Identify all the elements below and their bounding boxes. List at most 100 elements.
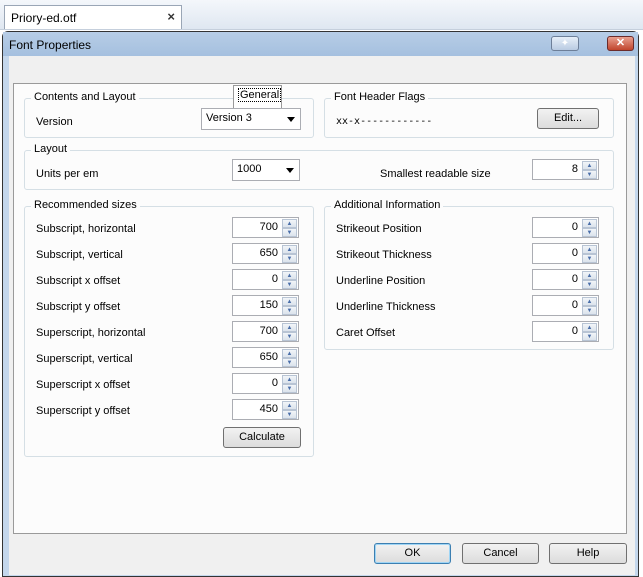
spin-down-icon[interactable]: ▼ — [582, 170, 597, 179]
stepper-value: 650 — [259, 351, 278, 363]
spin-up-icon[interactable]: ▲ — [582, 297, 597, 306]
spin-down-icon[interactable]: ▼ — [282, 358, 297, 367]
title-bar[interactable]: Font Properties ✦ ✕ — [3, 32, 638, 56]
document-tab[interactable]: Priory-ed.otf × — [4, 5, 182, 29]
group-title: Layout — [31, 143, 71, 155]
stepper-value: 0 — [571, 273, 578, 285]
spin-up-icon[interactable]: ▲ — [582, 219, 597, 228]
stepper-value: 0 — [571, 221, 578, 233]
group-title: Additional Information — [331, 199, 444, 211]
version-label: Version — [36, 116, 73, 128]
value-stepper[interactable]: 150 ▲ ▼ — [232, 295, 299, 316]
spin-up-icon[interactable]: ▲ — [282, 349, 297, 358]
chevron-down-icon — [286, 168, 294, 173]
dialog-title: Font Properties — [9, 38, 92, 52]
spin-down-icon[interactable]: ▼ — [282, 280, 297, 289]
stepper-value: 0 — [571, 247, 578, 259]
value-stepper[interactable]: 0 ▲ ▼ — [532, 269, 599, 290]
close-icon[interactable]: ✕ — [607, 36, 634, 51]
dialog-client: IdentificationExtendedLegalCustomGeneral… — [9, 56, 635, 575]
spin-down-icon[interactable]: ▼ — [282, 384, 297, 393]
units-per-em-value: 1000 — [237, 163, 262, 175]
field-label: Subscript y offset — [36, 301, 121, 313]
field-label: Subscript x offset — [36, 275, 121, 287]
edit-flags-button[interactable]: Edit... — [537, 108, 599, 129]
value-stepper[interactable]: 0 ▲ ▼ — [532, 243, 599, 264]
group-title: Font Header Flags — [331, 91, 429, 103]
value-stepper[interactable]: 0 ▲ ▼ — [232, 373, 299, 394]
stepper-value: 8 — [571, 163, 578, 175]
document-tab-title: Priory-ed.otf — [11, 11, 77, 25]
stepper-value: 0 — [571, 325, 578, 337]
stepper-value: 450 — [259, 403, 278, 415]
field-label: Underline Thickness — [336, 301, 436, 313]
field-label: Strikeout Thickness — [336, 249, 432, 261]
spin-down-icon[interactable]: ▼ — [582, 280, 597, 289]
version-select[interactable]: Version 3 — [201, 108, 301, 130]
value-stepper[interactable]: 0 ▲ ▼ — [532, 321, 599, 342]
spin-down-icon[interactable]: ▼ — [282, 254, 297, 263]
recommended-sizes-group: Recommended sizes Calculate Subscript, h… — [24, 199, 314, 457]
flags-value: xx-x------------ — [336, 116, 433, 127]
spin-up-icon[interactable]: ▲ — [282, 375, 297, 384]
stepper-value: 0 — [571, 299, 578, 311]
spin-up-icon[interactable]: ▲ — [282, 245, 297, 254]
stepper-value: 650 — [259, 247, 278, 259]
cancel-button[interactable]: Cancel — [462, 543, 539, 564]
value-stepper[interactable]: 650 ▲ ▼ — [232, 243, 299, 264]
calculate-button[interactable]: Calculate — [223, 427, 301, 448]
help-button[interactable]: Help — [549, 543, 627, 564]
field-label: Superscript, horizontal — [36, 327, 146, 339]
stepper-value: 700 — [259, 221, 278, 233]
units-per-em-select[interactable]: 1000 — [232, 159, 300, 181]
ok-button[interactable]: OK — [374, 543, 451, 564]
spin-up-icon[interactable]: ▲ — [582, 271, 597, 280]
tab-label: General — [237, 88, 282, 102]
spin-up-icon[interactable]: ▲ — [282, 219, 297, 228]
spin-down-icon[interactable]: ▼ — [582, 254, 597, 263]
field-label: Superscript, vertical — [36, 353, 133, 365]
spin-up-icon[interactable]: ▲ — [282, 271, 297, 280]
stepper-value: 150 — [259, 299, 278, 311]
field-label: Caret Offset — [336, 327, 396, 339]
stepper-value: 0 — [271, 273, 278, 285]
value-stepper[interactable]: 700 ▲ ▼ — [232, 217, 299, 238]
field-label: Subscript, vertical — [36, 249, 123, 261]
spin-down-icon[interactable]: ▼ — [582, 332, 597, 341]
spin-up-icon[interactable]: ▲ — [282, 297, 297, 306]
smallest-readable-size-stepper[interactable]: 8 ▲ ▼ — [532, 159, 599, 180]
spin-up-icon[interactable]: ▲ — [282, 323, 297, 332]
spin-down-icon[interactable]: ▼ — [282, 306, 297, 315]
close-icon[interactable]: × — [167, 9, 175, 24]
spin-up-icon[interactable]: ▲ — [582, 323, 597, 332]
group-title: Contents and Layout — [31, 91, 139, 103]
spin-up-icon[interactable]: ▲ — [282, 401, 297, 410]
spin-up-icon[interactable]: ▲ — [582, 245, 597, 254]
chevron-down-icon — [287, 117, 295, 122]
spin-down-icon[interactable]: ▼ — [582, 228, 597, 237]
stepper-value: 700 — [259, 325, 278, 337]
layout-group: Layout Units per em 1000 Smallest readab… — [24, 143, 614, 190]
field-label: Underline Position — [336, 275, 426, 287]
smallest-readable-size-label: Smallest readable size — [380, 168, 491, 180]
field-label: Subscript, horizontal — [36, 223, 136, 235]
value-stepper[interactable]: 0 ▲ ▼ — [532, 217, 599, 238]
tab-general[interactable]: General — [233, 85, 282, 108]
spin-down-icon[interactable]: ▼ — [282, 332, 297, 341]
value-stepper[interactable]: 700 ▲ ▼ — [232, 321, 299, 342]
value-stepper[interactable]: 650 ▲ ▼ — [232, 347, 299, 368]
stepper-value: 0 — [271, 377, 278, 389]
units-per-em-label: Units per em — [36, 168, 99, 180]
version-value: Version 3 — [206, 112, 252, 124]
spin-down-icon[interactable]: ▼ — [582, 306, 597, 315]
spin-down-icon[interactable]: ▼ — [282, 228, 297, 237]
value-stepper[interactable]: 0 ▲ ▼ — [532, 295, 599, 316]
group-title: Recommended sizes — [31, 199, 140, 211]
additional-information-group: Additional Information Strikeout Positio… — [324, 199, 614, 350]
pin-icon[interactable]: ✦ — [551, 36, 579, 51]
spin-down-icon[interactable]: ▼ — [282, 410, 297, 419]
value-stepper[interactable]: 450 ▲ ▼ — [232, 399, 299, 420]
spin-up-icon[interactable]: ▲ — [582, 161, 597, 170]
font-properties-dialog: Font Properties ✦ ✕ IdentificationExtend… — [2, 31, 639, 577]
value-stepper[interactable]: 0 ▲ ▼ — [232, 269, 299, 290]
